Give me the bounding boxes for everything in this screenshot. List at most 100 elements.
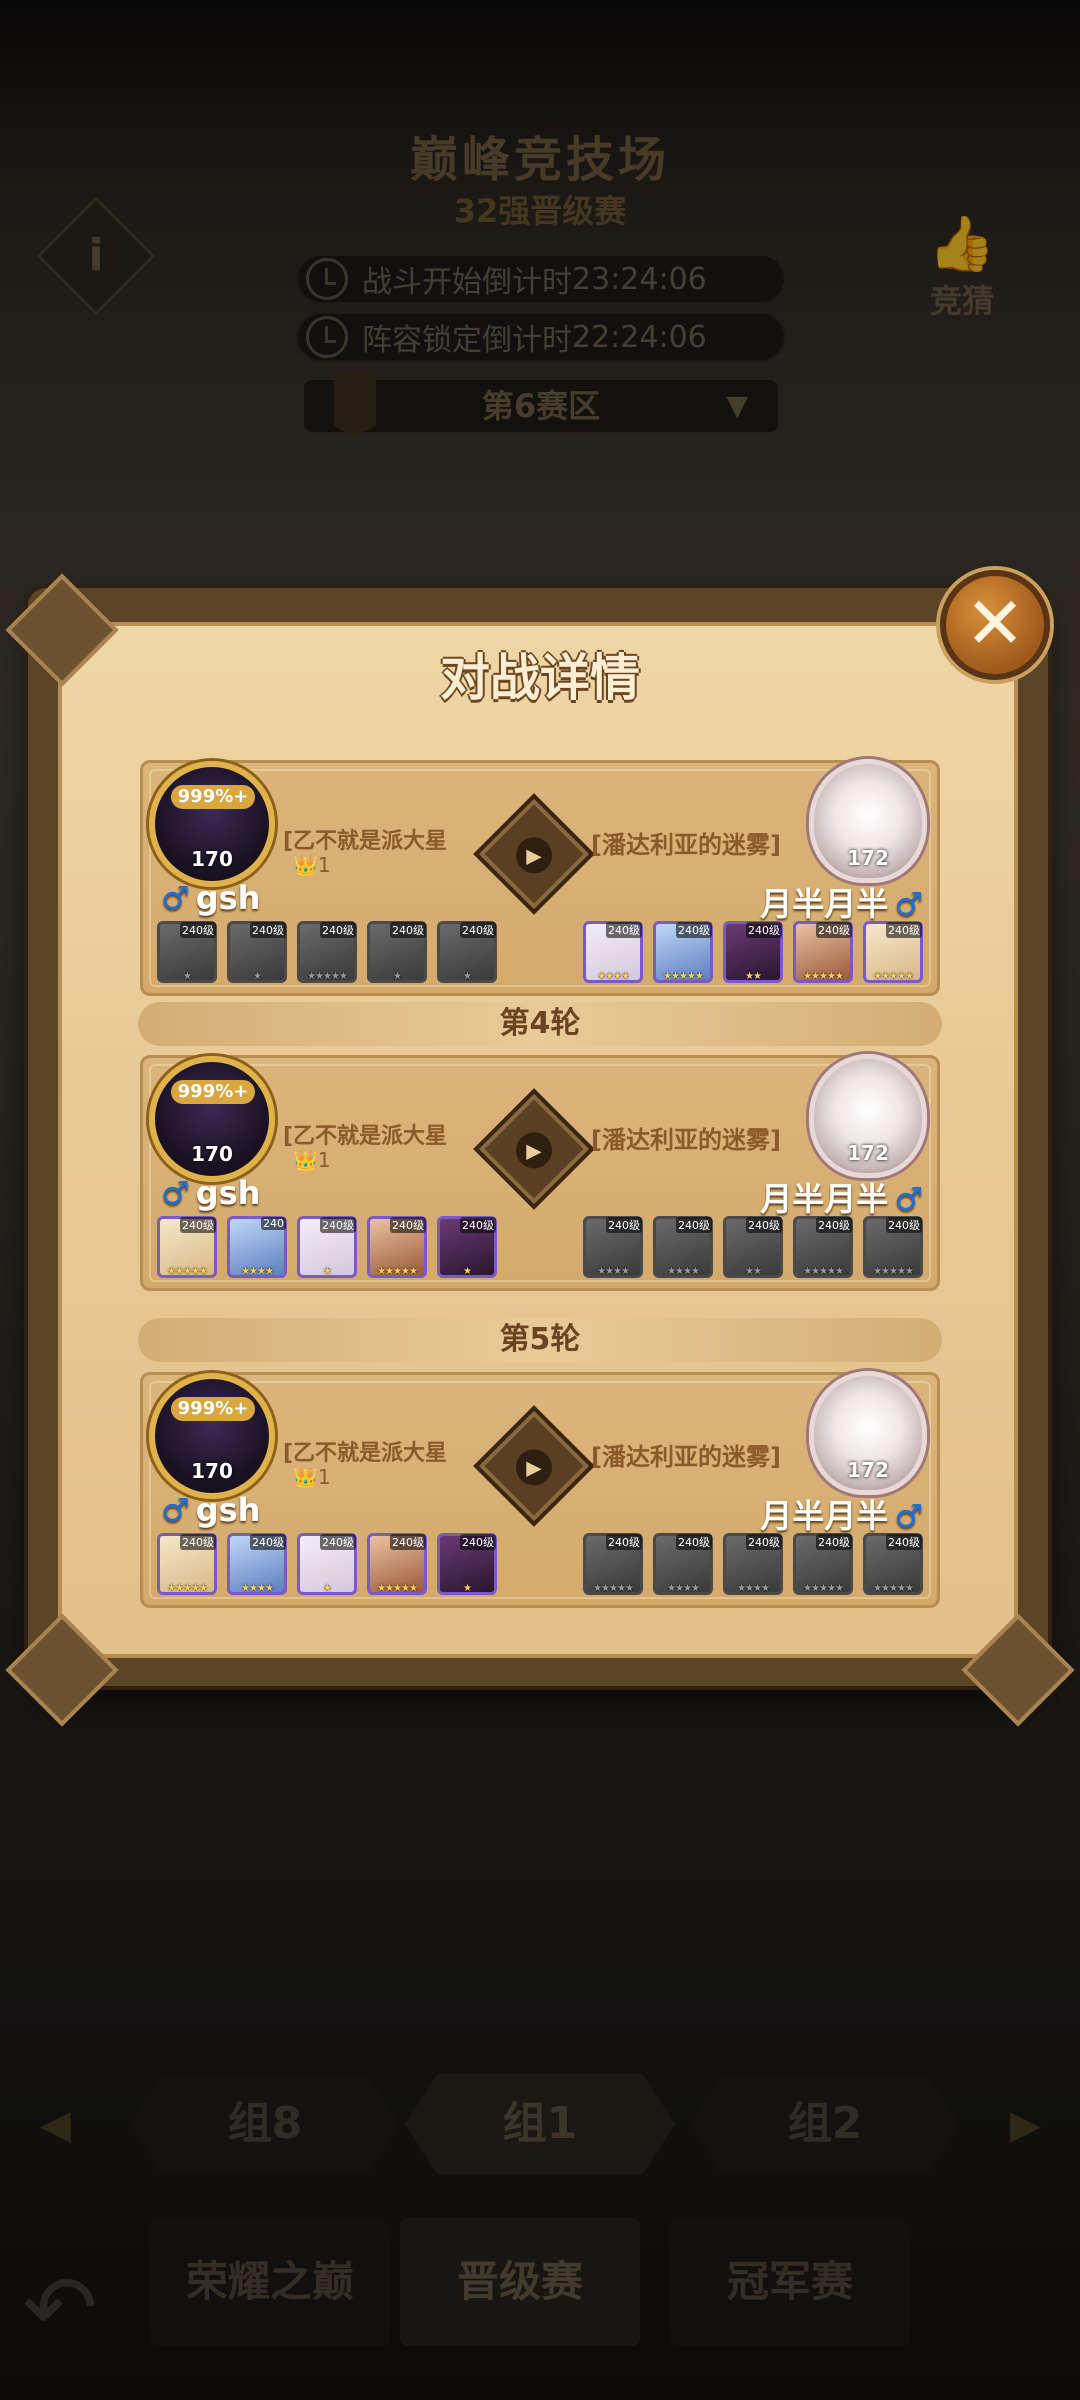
hero-level: 240级 <box>886 1217 922 1233</box>
hero-portrait[interactable]: 240级 ★ <box>367 921 427 983</box>
player-lineup: 240级 ★★★★★ 240 ★★★★ 240级 ★ 240级 ★★★★★ 24… <box>157 1216 497 1278</box>
rank-badge: 999%+ <box>171 1397 255 1421</box>
opponent-level: 172 <box>847 1458 889 1482</box>
male-icon: ♂ <box>894 1497 923 1535</box>
hero-portrait[interactable]: 240级 ★★★★ <box>653 1533 713 1595</box>
hero-level: 240级 <box>390 1534 426 1550</box>
match-card: 999%+ 170 [乙不就是派大星 👑1 ▶ [潘达利亚的迷雾] 172 ♂ g… <box>140 1371 940 1608</box>
hero-stars: ★★★★★ <box>593 1583 634 1594</box>
hero-stars: ★ <box>463 971 472 982</box>
hero-level: 240级 <box>180 922 216 938</box>
hero-stars: ★★★★ <box>737 1583 770 1594</box>
opponent-guild: [潘达利亚的迷雾] <box>591 831 781 859</box>
hero-level: 240级 <box>816 1217 852 1233</box>
hero-stars: ★★★★★ <box>873 971 914 982</box>
hero-level: 240级 <box>460 1217 496 1233</box>
hero-portrait[interactable]: 240级 ★★★★★ <box>793 921 853 983</box>
crown-count: 👑1 <box>293 1148 331 1172</box>
hero-portrait[interactable]: 240级 ★★★★★ <box>157 1216 217 1278</box>
hero-portrait[interactable]: 240级 ★ <box>297 1216 357 1278</box>
close-button[interactable]: ✕ <box>940 570 1050 680</box>
replay-button[interactable]: ▶ <box>473 1088 595 1210</box>
hero-stars: ★★★★ <box>241 1266 274 1277</box>
hero-stars: ★ <box>323 1266 332 1277</box>
opponent-lineup: 240级 ★★★★ 240级 ★★★★★ 240级 ★★ 240级 ★★★★★ … <box>583 921 923 983</box>
replay-button[interactable]: ▶ <box>473 793 595 915</box>
opponent-avatar[interactable]: 172 <box>809 759 927 883</box>
hero-level: 240级 <box>320 1534 356 1550</box>
hero-stars: ★★★★★ <box>167 1266 208 1277</box>
hero-portrait[interactable]: 240级 ★ <box>157 921 217 983</box>
match-card: 999%+ 170 [乙不就是派大星 👑1 ▶ [潘达利亚的迷雾] 172 ♂ g… <box>140 1054 940 1291</box>
opponent-level: 172 <box>847 846 889 870</box>
hero-portrait[interactable]: 240级 ★★★★★ <box>653 921 713 983</box>
hero-portrait[interactable]: 240级 ★ <box>437 1533 497 1595</box>
opponent-avatar[interactable]: 172 <box>809 1371 927 1495</box>
player-name: ♂ gsh <box>161 1491 261 1529</box>
hero-stars: ★★★★★ <box>307 971 348 982</box>
hero-portrait[interactable]: 240级 ★★★★★ <box>793 1216 853 1278</box>
player-name: ♂ gsh <box>161 879 261 917</box>
hero-portrait[interactable]: 240级 ★★★★★ <box>863 1216 923 1278</box>
hero-level: 240级 <box>676 1534 712 1550</box>
hero-portrait[interactable]: 240级 ★★★★★ <box>863 921 923 983</box>
hero-portrait[interactable]: 240级 ★ <box>437 921 497 983</box>
hero-stars: ★★ <box>745 1266 762 1277</box>
hero-portrait[interactable]: 240 ★★★★ <box>227 1216 287 1278</box>
player-avatar[interactable]: 999%+ 170 <box>149 1373 275 1499</box>
hero-portrait[interactable]: 240级 ★★★★ <box>723 1533 783 1595</box>
hero-stars: ★★★★ <box>241 1583 274 1594</box>
hero-portrait[interactable]: 240级 ★★★★★ <box>367 1216 427 1278</box>
player-avatar[interactable]: 999%+ 170 <box>149 761 275 887</box>
dialog-title: 对战详情 <box>440 649 640 707</box>
hero-level: 240级 <box>886 922 922 938</box>
hero-stars: ★ <box>393 971 402 982</box>
opponent-level: 172 <box>847 1141 889 1165</box>
hero-portrait[interactable]: 240级 ★★★★★ <box>157 1533 217 1595</box>
hero-portrait[interactable]: 240级 ★ <box>227 921 287 983</box>
hero-portrait[interactable]: 240级 ★★★★ <box>653 1216 713 1278</box>
match-card: 999%+ 170 [乙不就是派大星 👑1 ▶ [潘达利亚的迷雾] 172 ♂ g… <box>140 759 940 996</box>
hero-stars: ★★ <box>745 971 762 982</box>
hero-portrait[interactable]: 240级 ★★★★★ <box>863 1533 923 1595</box>
hero-portrait[interactable]: 240级 ★★★★ <box>227 1533 287 1595</box>
hero-portrait[interactable]: 240级 ★★★★★ <box>297 921 357 983</box>
hero-level: 240级 <box>460 922 496 938</box>
crown-count: 👑1 <box>293 853 331 877</box>
hero-stars: ★★★★ <box>667 1266 700 1277</box>
hero-level: 240级 <box>886 1534 922 1550</box>
hero-level: 240级 <box>250 922 286 938</box>
hero-portrait[interactable]: 240级 ★★★★★ <box>583 1533 643 1595</box>
player-level: 170 <box>191 847 233 871</box>
opponent-guild: [潘达利亚的迷雾] <box>591 1126 781 1154</box>
hero-portrait[interactable]: 240级 ★★ <box>723 1216 783 1278</box>
hero-stars: ★★★★ <box>597 971 630 982</box>
replay-button[interactable]: ▶ <box>473 1405 595 1527</box>
hero-stars: ★★★★ <box>667 1583 700 1594</box>
hero-stars: ★★★★★ <box>167 1583 208 1594</box>
male-icon: ♂ <box>161 1491 190 1529</box>
crown-icon: 👑 <box>293 1465 318 1489</box>
opponent-avatar[interactable]: 172 <box>809 1054 927 1178</box>
hero-level: 240级 <box>320 1217 356 1233</box>
rank-badge: 999%+ <box>171 785 255 809</box>
player-level: 170 <box>191 1459 233 1483</box>
hero-stars: ★★★★★ <box>873 1266 914 1277</box>
hero-portrait[interactable]: 240级 ★★★★ <box>583 921 643 983</box>
hero-portrait[interactable]: 240级 ★ <box>437 1216 497 1278</box>
hero-portrait[interactable]: 240级 ★ <box>297 1533 357 1595</box>
hero-level: 240级 <box>606 922 642 938</box>
player-lineup: 240级 ★★★★★ 240级 ★★★★ 240级 ★ 240级 ★★★★★ 2… <box>157 1533 497 1595</box>
player-guild: [乙不就是派大星 <box>283 1124 448 1149</box>
hero-portrait[interactable]: 240级 ★★★★★ <box>793 1533 853 1595</box>
hero-portrait[interactable]: 240级 ★★★★ <box>583 1216 643 1278</box>
hero-level: 240级 <box>390 1217 426 1233</box>
hero-portrait[interactable]: 240级 ★★★★★ <box>367 1533 427 1595</box>
hero-level: 240级 <box>676 922 712 938</box>
hero-portrait[interactable]: 240级 ★★ <box>723 921 783 983</box>
player-avatar[interactable]: 999%+ 170 <box>149 1056 275 1182</box>
hero-stars: ★★★★★ <box>663 971 704 982</box>
opponent-guild: [潘达利亚的迷雾] <box>591 1443 781 1471</box>
hero-stars: ★ <box>323 1583 332 1594</box>
crown-count: 👑1 <box>293 1465 331 1489</box>
